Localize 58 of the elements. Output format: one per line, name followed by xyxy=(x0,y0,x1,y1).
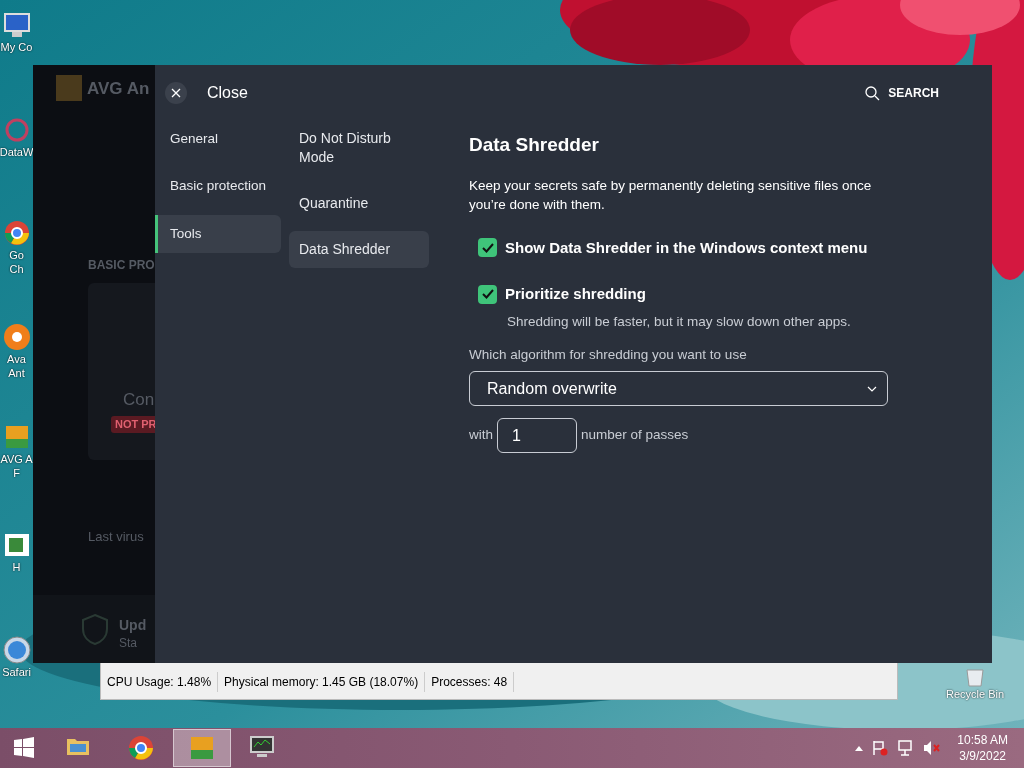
section-heading: BASIC PRO xyxy=(88,257,155,274)
category-tab[interactable]: Basic protection xyxy=(155,167,281,206)
icon-label: My Co xyxy=(0,40,33,54)
icon-label: Recycle Bin xyxy=(945,687,1005,701)
subcategory-tab[interactable]: Quarantine xyxy=(289,185,429,222)
clock-time[interactable]: 10:58 AM xyxy=(957,732,1008,748)
passes-field[interactable]: 1 xyxy=(497,418,577,453)
flag-icon[interactable] xyxy=(871,740,890,756)
status-text: CPU Usage: 1.48% xyxy=(101,672,219,692)
description-text: Keep your secrets safe by permanently deleting sensitive files once you’re done with them. xyxy=(469,176,873,214)
section-title: Data Shredder xyxy=(469,133,600,157)
icon-label: Go xyxy=(9,248,24,262)
icon-label: Ch xyxy=(9,262,24,276)
checkbox[interactable] xyxy=(478,284,497,304)
check-icon xyxy=(481,289,494,300)
update-title: Upd xyxy=(119,616,147,635)
field-label: number of passes xyxy=(581,426,689,445)
icon-label: Ant xyxy=(8,366,25,380)
app-icon[interactable] xyxy=(1,635,32,665)
caret-icon xyxy=(867,385,877,392)
field-label: Which algorithm for shredding you want to use xyxy=(469,345,748,364)
status-text: Physical memory: 1.45 GB (18.07%) xyxy=(218,672,426,692)
chevron-up-icon[interactable] xyxy=(855,745,864,751)
close-button[interactable] xyxy=(165,82,187,104)
scan-text: Last virus xyxy=(88,528,144,546)
search-button[interactable]: SEARCH xyxy=(859,83,945,103)
check-icon xyxy=(481,242,494,253)
icon-label: Ava xyxy=(7,352,26,366)
checkbox[interactable] xyxy=(478,238,497,258)
subcategory-tab[interactable]: Do Not Disturb Mode xyxy=(289,120,429,176)
shield-icon xyxy=(81,613,109,645)
category-tab[interactable]: Tools xyxy=(155,214,281,253)
app-icon[interactable] xyxy=(1,322,32,352)
status-title: Con xyxy=(123,389,155,411)
hint-text: Shredding will be faster, but it may slow down other apps. xyxy=(506,312,852,331)
icon-label: F xyxy=(13,466,20,480)
computer-icon[interactable] xyxy=(1,10,32,40)
status-text: Processes: 48 xyxy=(425,672,515,692)
app-title: AVG An xyxy=(87,78,150,100)
update-subtitle: Sta xyxy=(119,635,137,652)
algorithm-dropdown[interactable]: Random overwrite xyxy=(469,371,888,406)
close-icon xyxy=(171,88,181,98)
checkbox-label: Prioritize shredding xyxy=(505,284,646,304)
field-label: with xyxy=(469,426,493,445)
category-tab[interactable]: General xyxy=(155,120,281,159)
search-icon xyxy=(865,85,881,101)
clock-date[interactable]: 3/9/2022 xyxy=(957,748,1008,764)
icon-label: DataW xyxy=(0,145,34,159)
close-label[interactable]: Close xyxy=(207,81,248,105)
checkbox-label: Show Data Shredder in the Windows context menu xyxy=(505,237,868,258)
icon-label: H xyxy=(12,560,21,574)
windows-icon xyxy=(13,737,35,759)
speaker-muted-icon[interactable] xyxy=(923,740,942,756)
browser-icon xyxy=(126,733,156,763)
icon-label: AVG A xyxy=(0,452,33,466)
icon-label: Safari xyxy=(2,665,31,679)
logo-icon xyxy=(56,75,82,101)
subcategory-tab[interactable]: Data Shredder xyxy=(289,231,429,268)
